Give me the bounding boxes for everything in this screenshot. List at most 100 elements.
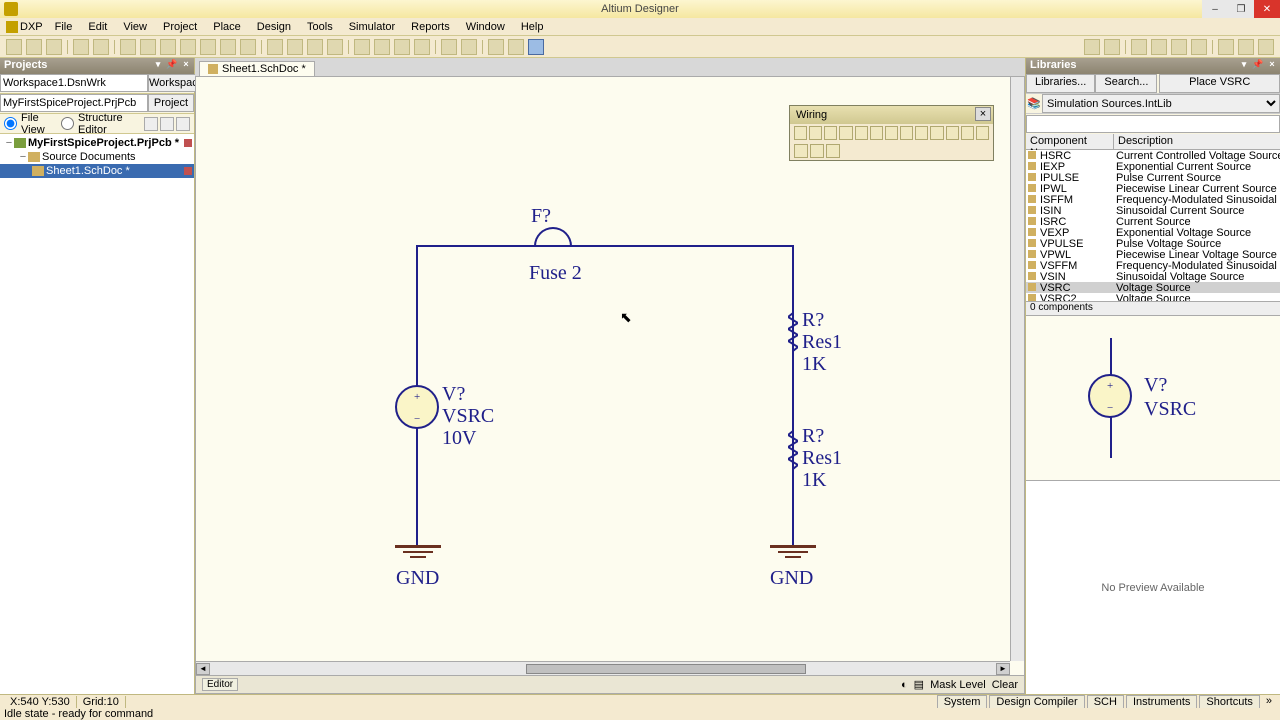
tool-open[interactable] [26,39,42,55]
tool-hierarchy[interactable] [488,39,504,55]
tool-layer-2[interactable] [1238,39,1254,55]
tool-save[interactable] [46,39,62,55]
list-item[interactable]: HSRCCurrent Controlled Voltage Source [1026,150,1280,161]
tool-move[interactable] [374,39,390,55]
tool-align-1[interactable] [1084,39,1100,55]
tool-grid-3[interactable] [1171,39,1187,55]
wire-tool-10[interactable] [930,126,943,140]
menu-simulator[interactable]: Simulator [341,19,403,35]
status-tab-shortcuts[interactable]: Shortcuts [1199,695,1259,709]
tool-grid-4[interactable] [1191,39,1207,55]
list-item[interactable]: ISFFMFrequency-Modulated Sinusoidal Curr… [1026,194,1280,205]
workspace-combo[interactable] [0,74,148,92]
schematic-canvas[interactable]: F? Fuse 2 + − V? VSRC 10V R? [196,77,1024,693]
tool-new[interactable] [6,39,22,55]
tool-copy[interactable] [287,39,303,55]
wire-tool-7[interactable] [885,126,898,140]
vsrc-value[interactable]: 10V [442,427,476,450]
maximize-button[interactable]: ❐ [1228,0,1254,18]
r2-symbol[interactable] [788,425,798,475]
status-tab-design-compiler[interactable]: Design Compiler [989,695,1084,709]
wire-tool-5[interactable] [855,126,868,140]
list-item[interactable]: VPULSEPulse Voltage Source [1026,238,1280,249]
fuse-value[interactable]: Fuse 2 [529,262,582,285]
wire-tool-9[interactable] [915,126,928,140]
wire-tool-13[interactable] [976,126,989,140]
place-button[interactable]: Place VSRC [1159,74,1280,93]
r1-symbol[interactable] [788,307,798,357]
tool-layer-1[interactable] [1218,39,1234,55]
component-list-header[interactable]: Component Name Description [1026,134,1280,150]
tool-cut[interactable] [267,39,283,55]
menu-tools[interactable]: Tools [299,19,341,35]
wiring-toolbar[interactable]: Wiring× [789,105,994,161]
gnd-right-label[interactable]: GND [770,567,813,590]
tool-paste[interactable] [307,39,323,55]
tab-sheet1[interactable]: Sheet1.SchDoc * [199,61,315,76]
list-item[interactable]: VSRC2Voltage Source [1026,293,1280,302]
list-item[interactable]: ISINSinusoidal Current Source [1026,205,1280,216]
tool-rubber[interactable] [327,39,343,55]
menu-design[interactable]: Design [249,19,299,35]
wire-tool-2[interactable] [809,126,822,140]
wire-tool-6[interactable] [870,126,883,140]
tree-sheet-doc[interactable]: Sheet1.SchDoc * [0,164,194,178]
wire-tool-4[interactable] [839,126,852,140]
wire-tool-11[interactable] [946,126,959,140]
tool-preview[interactable] [93,39,109,55]
horizontal-scrollbar[interactable]: ◄ ► [196,661,1010,675]
structure-editor-radio[interactable] [61,117,74,130]
tool-layer-3[interactable] [1258,39,1274,55]
list-item[interactable]: ISRCCurrent Source [1026,216,1280,227]
menu-project[interactable]: Project [155,19,205,35]
tool-undo[interactable] [441,39,457,55]
status-tab-instruments[interactable]: Instruments [1126,695,1197,709]
vsrc-comment[interactable]: VSRC [442,405,494,428]
list-item[interactable]: VEXPExponential Voltage Source [1026,227,1280,238]
lib-panel-pin-icon[interactable]: 📌 [1252,58,1264,70]
menu-edit[interactable]: Edit [80,19,115,35]
status-tab-sch[interactable]: SCH [1087,695,1124,709]
tool-align-2[interactable] [1104,39,1120,55]
library-select[interactable]: Simulation Sources.IntLib [1042,94,1280,113]
component-list[interactable]: HSRCCurrent Controlled Voltage SourceIEX… [1026,150,1280,302]
list-item[interactable]: VSINSinusoidal Voltage Source [1026,271,1280,282]
menu-help[interactable]: Help [513,19,552,35]
list-item[interactable]: VPWLPiecewise Linear Voltage Source [1026,249,1280,260]
lib-panel-dropdown-icon[interactable]: ▾ [1238,58,1250,70]
menu-view[interactable]: View [115,19,155,35]
fuse-designator[interactable]: F? [531,205,551,228]
r2-value[interactable]: 1K [802,469,826,492]
vsrc-symbol[interactable]: + − [395,385,439,429]
tool-zoom-selected[interactable] [160,39,176,55]
vsrc-designator[interactable]: V? [442,383,465,406]
tool-8[interactable] [240,39,256,55]
tool-clear[interactable] [414,39,430,55]
list-item[interactable]: VSRCVoltage Source [1026,282,1280,293]
tree-btn-3[interactable] [176,117,190,131]
r2-comment[interactable]: Res1 [802,447,842,470]
tool-cross[interactable] [508,39,524,55]
menu-file[interactable]: File [47,19,81,35]
wire-tool-8[interactable] [900,126,913,140]
component-filter[interactable] [1026,115,1280,133]
wire-tool-12[interactable] [961,126,974,140]
list-item[interactable]: VSFFMFrequency-Modulated Sinusoidal Volt… [1026,260,1280,271]
tool-print[interactable] [73,39,89,55]
r1-designator[interactable]: R? [802,309,824,332]
gnd-left-label[interactable]: GND [396,567,439,590]
menu-reports[interactable]: Reports [403,19,458,35]
tool-browse[interactable] [528,39,544,55]
minimize-button[interactable]: – [1202,0,1228,18]
clear-button[interactable]: Clear [992,679,1018,691]
mask-icon-2[interactable]: ▤ [914,678,924,691]
wiring-close-icon[interactable]: × [975,107,991,121]
tree-project-root[interactable]: −MyFirstSpiceProject.PrjPcb * [0,136,194,150]
menu-window[interactable]: Window [458,19,513,35]
hscroll-thumb[interactable] [526,664,806,674]
hscroll-right-icon[interactable]: ► [996,663,1010,675]
mask-level-label[interactable]: Mask Level [930,679,986,691]
tool-select[interactable] [354,39,370,55]
menu-dxp[interactable]: DXP [2,21,47,33]
project-field[interactable] [0,94,148,112]
